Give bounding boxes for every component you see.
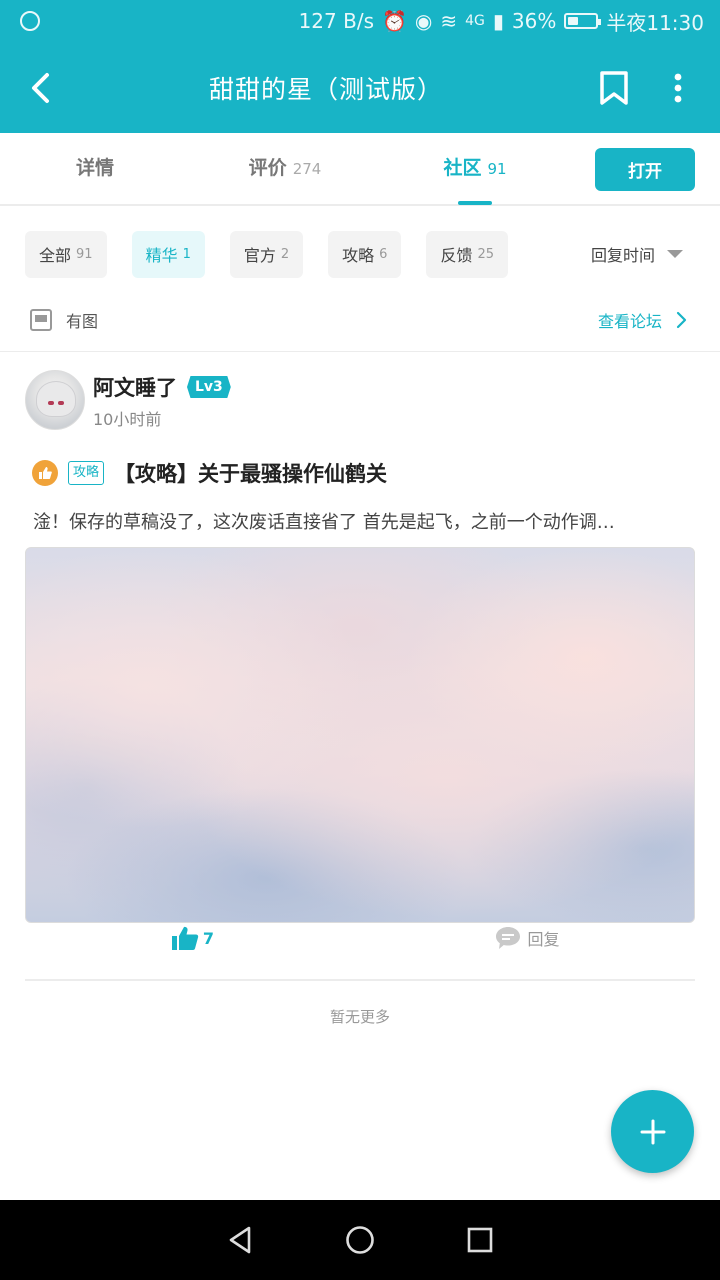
post-time: 10小时前: [93, 410, 162, 429]
app-bar: 甜甜的星（测试版）: [0, 42, 720, 133]
tab-count: 91: [487, 160, 507, 178]
network-type: 4G: [465, 13, 485, 29]
back-button[interactable]: [20, 68, 60, 108]
view-forum-link[interactable]: 查看论坛: [598, 308, 690, 332]
post-title[interactable]: 【攻略】关于最骚操作仙鹤关: [114, 458, 387, 488]
filter-featured[interactable]: 精华 1: [131, 230, 205, 278]
more-button[interactable]: [656, 66, 700, 110]
sort-dropdown[interactable]: 回复时间: [591, 230, 683, 278]
sort-label: 回复时间: [590, 246, 655, 265]
has-picture-label[interactable]: 有图: [66, 308, 98, 332]
reply-button[interactable]: 回复: [360, 915, 695, 961]
divider: [0, 351, 720, 352]
nav-back-button[interactable]: [220, 1220, 260, 1260]
filter-row-secondary: 有图 查看论坛: [30, 303, 690, 337]
tab-details[interactable]: 详情: [0, 132, 190, 205]
stopwatch-icon: [20, 11, 40, 31]
thumbs-up-badge-icon: [32, 460, 58, 486]
signal-icon: ▮: [492, 9, 504, 33]
thumbs-up-icon: [171, 926, 199, 950]
page-title: 甜甜的星（测试版）: [208, 74, 443, 104]
bookmark-icon: [600, 70, 628, 105]
triangle-back-icon: [229, 1226, 251, 1254]
network-speed: 127 B/s: [298, 9, 374, 33]
filter-bar: 全部 91 精华 1 官方 2 攻略 6 反馈 25 回复时间: [25, 230, 695, 278]
square-recents-icon: [467, 1227, 493, 1253]
like-button[interactable]: 7: [25, 915, 360, 961]
post-tag: 攻略: [68, 461, 105, 485]
chevron-left-icon: [32, 72, 49, 103]
caret-down-icon: [667, 250, 683, 258]
chevron-right-icon: [676, 311, 687, 329]
bookmark-button[interactable]: [592, 66, 636, 110]
wifi-icon: ≋: [440, 9, 458, 33]
post-image[interactable]: [25, 547, 695, 923]
status-bar: 127 B/s ⏰ ◉ ≋ 4G ▮ 36% 半夜11:30: [0, 0, 720, 42]
image-checkbox-icon[interactable]: [30, 309, 52, 331]
add-post-button[interactable]: [611, 1090, 694, 1173]
filter-all[interactable]: 全部 91: [25, 230, 107, 278]
eye-icon: ◉: [414, 9, 433, 33]
system-nav-bar: [0, 1200, 720, 1280]
divider: [25, 979, 695, 981]
user-info: 阿文睡了 Lv3 10小时前: [93, 370, 231, 430]
alarm-icon: ⏰: [382, 9, 407, 33]
circle-home-icon: [346, 1226, 374, 1254]
no-more-text: 暂无更多: [329, 1008, 390, 1026]
reply-label: 回复: [527, 930, 560, 949]
filter-feedback[interactable]: 反馈 25: [426, 230, 509, 278]
nav-recents-button[interactable]: [460, 1220, 500, 1260]
nav-home-button[interactable]: [340, 1220, 380, 1260]
plus-icon: [640, 1119, 665, 1144]
open-button[interactable]: 打开: [595, 148, 695, 191]
tab-bar: 详情 评价 274 社区 91 打开: [0, 133, 720, 206]
tab-reviews[interactable]: 评价 274: [190, 132, 380, 205]
filter-official[interactable]: 官方 2: [229, 230, 304, 278]
like-count: 7: [202, 928, 215, 948]
tab-community[interactable]: 社区 91: [380, 132, 570, 205]
post-header: 阿文睡了 Lv3 10小时前: [25, 370, 695, 430]
level-badge: Lv3: [187, 376, 231, 398]
avatar[interactable]: [25, 370, 85, 430]
post-excerpt[interactable]: 淦！保存的草稿没了，这次废话直接省了 首先是起飞，之前一个动作调…: [33, 508, 693, 534]
clock: 半夜11:30: [606, 10, 704, 35]
tab-count: 274: [292, 160, 322, 178]
battery-icon: [564, 13, 602, 29]
post-title-row: 攻略 【攻略】关于最骚操作仙鹤关: [25, 458, 695, 488]
battery-percent: 36%: [511, 9, 557, 33]
filter-guide[interactable]: 攻略 6: [328, 230, 402, 278]
more-vertical-icon: [674, 73, 682, 102]
post-actions: 7 回复: [25, 915, 695, 961]
post-card[interactable]: 阿文睡了 Lv3 10小时前 攻略 【攻略】关于最骚操作仙鹤关 淦！保存的草稿没…: [25, 370, 695, 923]
comment-icon: [496, 927, 521, 949]
username[interactable]: 阿文睡了: [93, 372, 177, 402]
